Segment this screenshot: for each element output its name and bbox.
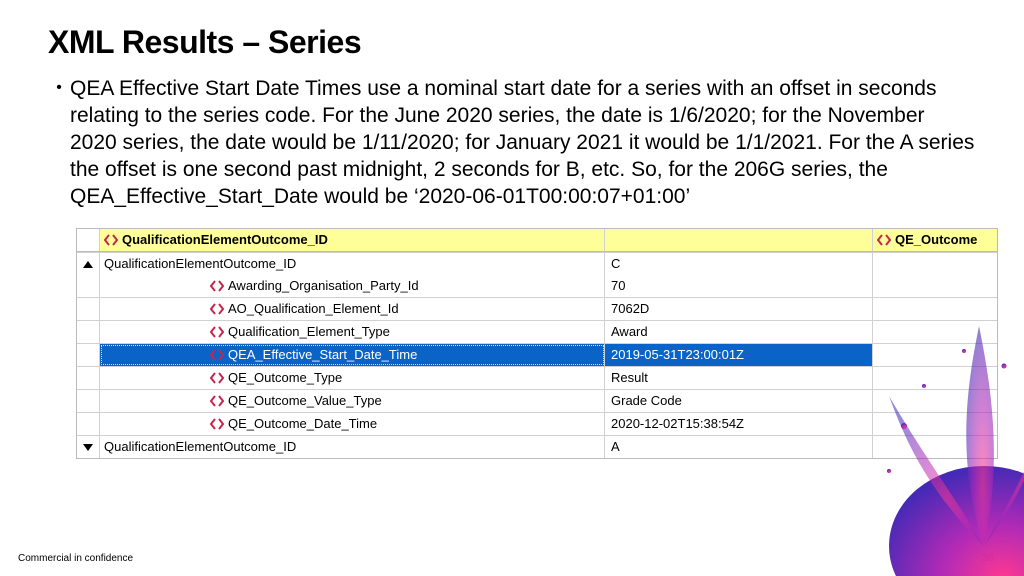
header-col-1[interactable]: QualificationElementOutcome_ID <box>100 229 605 251</box>
slide-title: XML Results – Series <box>48 24 976 61</box>
row-col-2 <box>873 344 997 366</box>
slide: XML Results – Series • QEA Effective Sta… <box>0 0 1024 576</box>
parent-key: QualificationElementOutcome_ID <box>100 253 605 275</box>
header-col-spacer <box>605 229 873 251</box>
row-value-cell: 70 <box>605 275 873 297</box>
row-key-cell: QEA_Effective_Start_Date_Time <box>100 344 605 366</box>
row-key-cell: Awarding_Organisation_Party_Id <box>100 275 605 297</box>
row-col-2 <box>873 321 997 343</box>
chevron-down-icon <box>83 444 93 451</box>
xml-row[interactable]: QE_Outcome_Date_Time 2020-12-02T15:38:54Z <box>77 412 997 435</box>
header-col-2[interactable]: QE_Outcome <box>873 229 997 251</box>
angle-brackets-icon <box>210 325 224 339</box>
xml-next-row[interactable]: QualificationElementOutcome_ID A <box>77 435 997 458</box>
angle-brackets-icon <box>210 348 224 362</box>
angle-brackets-icon <box>104 233 118 247</box>
row-key-label: QE_Outcome_Type <box>228 367 342 389</box>
row-key-cell: Qualification_Element_Type <box>100 321 605 343</box>
row-key-cell: QE_Outcome_Date_Time <box>100 413 605 435</box>
row-gutter <box>77 321 100 343</box>
row-key-cell: AO_Qualification_Element_Id <box>100 298 605 320</box>
expand-toggle[interactable] <box>77 436 100 458</box>
row-value-cell: 2019-05-31T23:00:01Z <box>605 344 873 366</box>
parent-col-2 <box>873 253 997 275</box>
xml-row[interactable]: QE_Outcome_Type Result <box>77 366 997 389</box>
row-key-label: QEA_Effective_Start_Date_Time <box>228 344 417 366</box>
xml-row[interactable]: Awarding_Organisation_Party_Id 70 <box>77 275 997 297</box>
row-key-label: QE_Outcome_Value_Type <box>228 390 382 412</box>
row-gutter <box>77 275 100 297</box>
row-key-label: AO_Qualification_Element_Id <box>228 298 399 320</box>
row-col-2 <box>873 390 997 412</box>
row-col-2 <box>873 413 997 435</box>
header-gutter <box>77 229 100 251</box>
row-gutter <box>77 344 100 366</box>
xml-header-row: QualificationElementOutcome_ID QE_Outcom… <box>77 229 997 252</box>
bullet-item: • QEA Effective Start Date Times use a n… <box>48 75 976 228</box>
xml-row[interactable]: AO_Qualification_Element_Id 7062D <box>77 297 997 320</box>
row-value-cell: 2020-12-02T15:38:54Z <box>605 413 873 435</box>
row-value-cell: Award <box>605 321 873 343</box>
row-value-cell: Grade Code <box>605 390 873 412</box>
angle-brackets-icon <box>210 371 224 385</box>
row-col-2 <box>873 298 997 320</box>
page-number: 33 <box>982 552 994 564</box>
row-key-label: QE_Outcome_Date_Time <box>228 413 377 435</box>
footer-confidentiality: Commercial in confidence <box>18 553 133 564</box>
row-key-label: Awarding_Organisation_Party_Id <box>228 275 419 297</box>
xml-row[interactable]: QEA_Effective_Start_Date_Time 2019-05-31T… <box>77 343 997 366</box>
row-gutter <box>77 413 100 435</box>
header-col-1-label: QualificationElementOutcome_ID <box>122 229 328 251</box>
header-col-2-label: QE_Outcome <box>895 229 977 251</box>
row-col-2 <box>873 275 997 297</box>
collapse-toggle[interactable] <box>77 253 100 275</box>
row-gutter <box>77 298 100 320</box>
bullet-dot-icon: • <box>48 75 70 101</box>
bullet-text: QEA Effective Start Date Times use a nom… <box>70 75 976 210</box>
angle-brackets-icon <box>210 279 224 293</box>
row-gutter <box>77 367 100 389</box>
chevron-up-icon <box>83 261 93 268</box>
row-gutter <box>77 390 100 412</box>
xml-parent-row[interactable]: QualificationElementOutcome_ID C <box>77 252 997 275</box>
footer-key: QualificationElementOutcome_ID <box>100 436 605 458</box>
angle-brackets-icon <box>210 394 224 408</box>
xml-tree-grid: QualificationElementOutcome_ID QE_Outcom… <box>76 228 998 459</box>
row-key-cell: QE_Outcome_Value_Type <box>100 390 605 412</box>
row-value-cell: Result <box>605 367 873 389</box>
parent-label: QualificationElementOutcome_ID <box>104 253 296 275</box>
angle-brackets-icon <box>210 302 224 316</box>
xml-row[interactable]: QE_Outcome_Value_Type Grade Code <box>77 389 997 412</box>
row-key-cell: QE_Outcome_Type <box>100 367 605 389</box>
row-value-cell: 7062D <box>605 298 873 320</box>
row-col-2 <box>873 367 997 389</box>
row-key-label: Qualification_Element_Type <box>228 321 390 343</box>
parent-value: C <box>605 253 873 275</box>
footer-col-2 <box>873 436 997 458</box>
angle-brackets-icon <box>210 417 224 431</box>
footer-label: QualificationElementOutcome_ID <box>104 436 296 458</box>
xml-row[interactable]: Qualification_Element_Type Award <box>77 320 997 343</box>
angle-brackets-icon <box>877 233 891 247</box>
footer-value: A <box>605 436 873 458</box>
